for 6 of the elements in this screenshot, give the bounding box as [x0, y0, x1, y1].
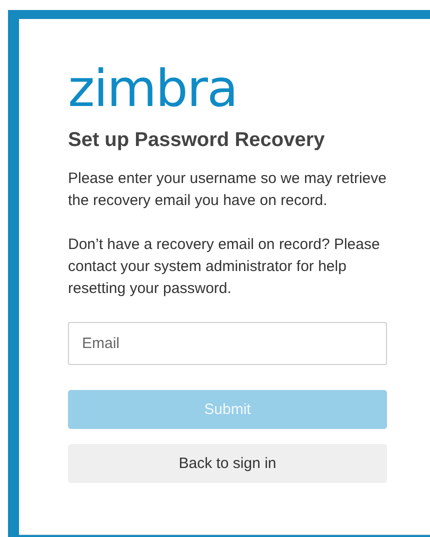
logo: zimbra: [68, 61, 238, 119]
instruction-text: Please enter your username so we may retrieve the recovery email you have on record.: [68, 169, 387, 211]
email-field[interactable]: Email: [68, 322, 387, 365]
instruction-text: Don’t have a recovery email on record? Please contact your system administrator for help resetting your password.: [68, 235, 381, 299]
page-title: Set up Password Recovery: [68, 129, 325, 152]
back-button[interactable]: Back to sign in: [68, 444, 387, 483]
